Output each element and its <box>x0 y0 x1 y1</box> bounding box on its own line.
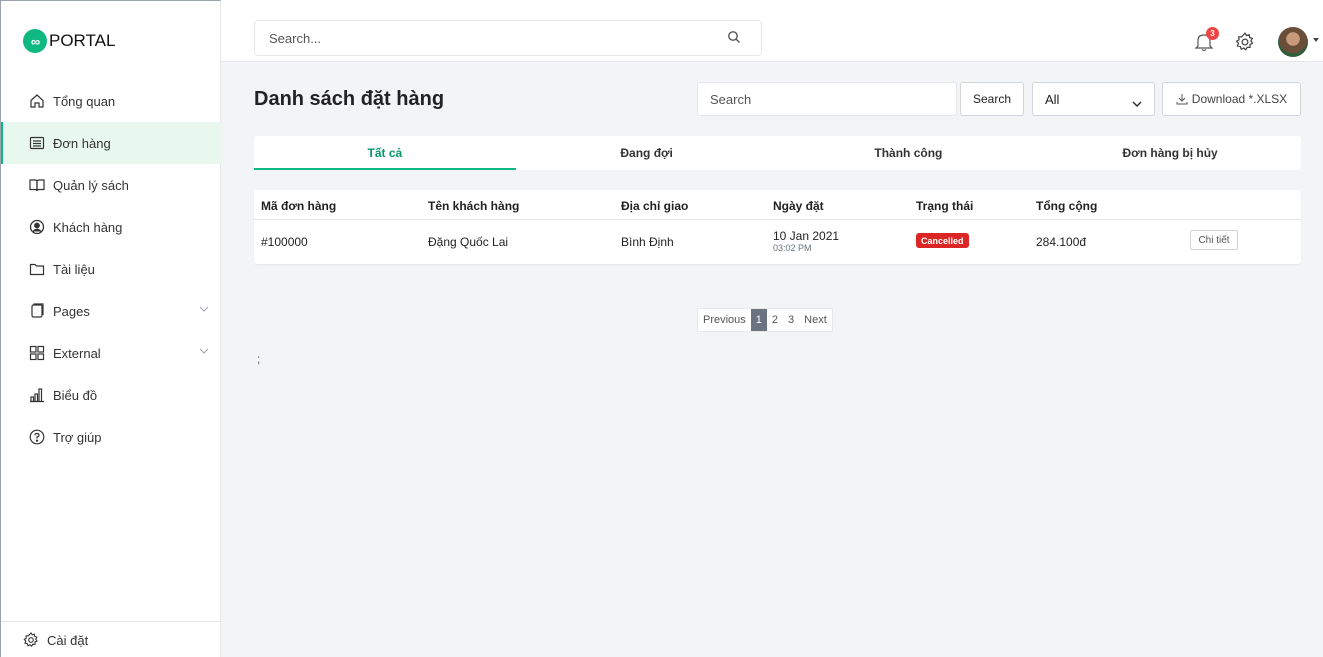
column-header: Ngày đặt <box>773 199 824 213</box>
page-1-button[interactable]: 1 <box>750 309 767 331</box>
order-total: 284.100đ <box>1036 235 1087 249</box>
status-filter-value: All <box>1045 91 1060 107</box>
sidebar-item-label: Trợ giúp <box>53 429 102 445</box>
chevron-down-icon <box>1132 96 1142 108</box>
sidebar-item-label: Tài liệu <box>53 261 95 277</box>
previous-page-button[interactable]: Previous <box>698 309 751 331</box>
order-date: 10 Jan 2021 <box>773 229 840 243</box>
column-header: Mã đơn hàng <box>261 199 337 213</box>
sidebar-item-label: Quản lý sách <box>53 177 129 193</box>
order-search-input[interactable] <box>710 91 940 107</box>
next-page-button[interactable]: Next <box>799 309 832 331</box>
download-xlsx-button[interactable]: Download *.XLSX <box>1162 82 1301 116</box>
chevron-down-icon[interactable] <box>198 303 210 315</box>
tab-success[interactable]: Thành công <box>778 136 1040 170</box>
settings-label: Cài đặt <box>47 632 89 648</box>
page-3-button[interactable]: 3 <box>783 309 799 331</box>
caret-down-icon[interactable] <box>1313 38 1319 42</box>
table-header: Mã đơn hàng Tên khách hàng Địa chỉ giao … <box>254 190 1301 220</box>
download-icon <box>1176 94 1188 105</box>
page-title: Danh sách đặt hàng <box>254 88 445 110</box>
pages-icon <box>29 303 45 319</box>
global-search <box>254 20 762 56</box>
order-search <box>697 82 957 116</box>
sidebar-item-label: Pages <box>53 303 90 319</box>
tab-cancelled[interactable]: Đơn hàng bị hủy <box>1039 136 1301 170</box>
sidebar-item-books[interactable]: Quản lý sách <box>1 164 222 206</box>
sidebar-item-help[interactable]: Trợ giúp <box>1 416 222 458</box>
sidebar-item-label: Đơn hàng <box>53 135 111 151</box>
sidebar-item-settings[interactable]: Cài đặt <box>1 621 222 657</box>
user-circle-icon <box>29 219 45 235</box>
book-icon <box>29 177 45 193</box>
stray-text: ; <box>257 352 261 366</box>
sidebar-item-documents[interactable]: Tài liệu <box>1 248 222 290</box>
download-label: Download *.XLSX <box>1191 92 1288 106</box>
bar-chart-icon <box>29 387 45 403</box>
column-header: Trạng thái <box>916 199 974 213</box>
sidebar-item-label: External <box>53 345 101 361</box>
search-icon[interactable] <box>727 30 741 44</box>
sidebar-item-label: Khách hàng <box>53 219 123 235</box>
column-header: Địa chỉ giao <box>621 199 689 213</box>
tab-all[interactable]: Tất cả <box>254 136 516 170</box>
sidebar-item-charts[interactable]: Biểu đồ <box>1 374 222 416</box>
sidebar-item-label: Tổng quan <box>53 93 116 109</box>
avatar[interactable] <box>1278 27 1308 57</box>
column-header: Tổng cộng <box>1036 199 1098 213</box>
logo[interactable]: ∞ PORTAL <box>1 1 222 81</box>
order-tabs: Tất cả Đang đợi Thành công Đơn hàng bị h… <box>254 136 1301 170</box>
settings-gear-icon[interactable] <box>1235 32 1255 52</box>
sidebar-item-overview[interactable]: Tổng quan <box>1 80 222 122</box>
status-badge: Cancelled <box>916 233 969 248</box>
sidebar-item-customers[interactable]: Khách hàng <box>1 206 222 248</box>
tab-pending[interactable]: Đang đợi <box>516 136 778 170</box>
notification-badge: 3 <box>1206 27 1219 40</box>
orders-table: Mã đơn hàng Tên khách hàng Địa chỉ giao … <box>254 190 1301 264</box>
order-time: 03:02 PM <box>773 243 812 253</box>
page-2-button[interactable]: 2 <box>767 309 783 331</box>
gear-icon <box>23 632 39 648</box>
help-icon <box>29 429 45 445</box>
sidebar-item-pages[interactable]: Pages <box>1 290 222 332</box>
home-icon <box>29 93 45 109</box>
sidebar-item-orders[interactable]: Đơn hàng <box>1 122 222 164</box>
grid-icon <box>29 345 45 361</box>
detail-button[interactable]: Chi tiết <box>1190 230 1238 250</box>
logo-text: PORTAL <box>49 31 116 50</box>
chevron-down-icon[interactable] <box>198 345 210 357</box>
status-filter-select[interactable]: All <box>1032 82 1155 116</box>
column-header: Tên khách hàng <box>428 199 520 213</box>
customer-name: Đặng Quốc Lai <box>428 235 509 249</box>
logo-icon: ∞ <box>23 29 47 53</box>
search-button[interactable]: Search <box>960 82 1024 116</box>
global-search-input[interactable] <box>269 30 709 46</box>
table-row: #100000 Đặng Quốc Lai Bình Định 10 Jan 2… <box>254 220 1301 264</box>
sidebar-item-label: Biểu đồ <box>53 387 98 403</box>
list-icon <box>29 135 45 151</box>
top-header: 3 <box>221 0 1323 62</box>
order-id: #100000 <box>261 235 308 249</box>
delivery-address: Bình Định <box>621 235 674 249</box>
sidebar: ∞ PORTAL Tổng quan Đơn hàng Quản lý sách… <box>0 0 222 657</box>
sidebar-item-external[interactable]: External <box>1 332 222 374</box>
folder-icon <box>29 261 45 277</box>
pagination: Previous 1 2 3 Next <box>697 308 833 332</box>
